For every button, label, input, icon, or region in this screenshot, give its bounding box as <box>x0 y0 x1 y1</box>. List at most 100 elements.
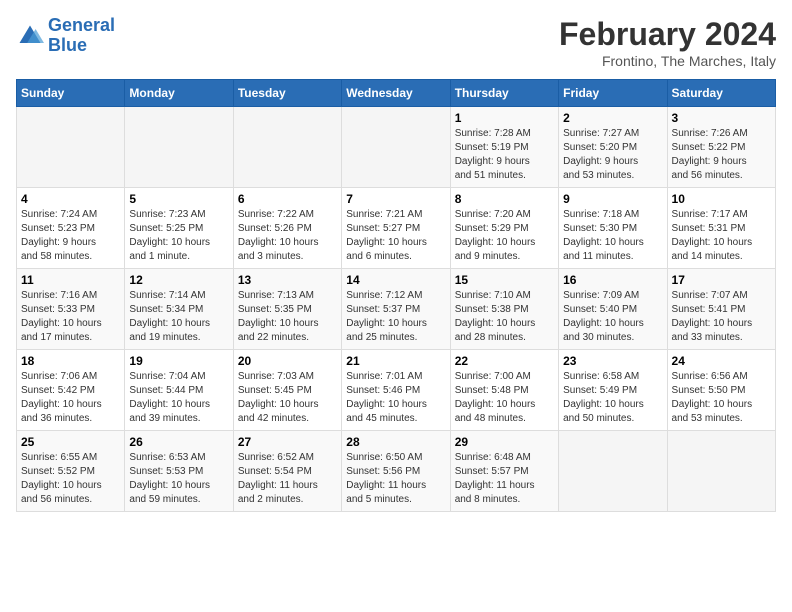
day-number: 28 <box>346 435 445 449</box>
day-number: 4 <box>21 192 120 206</box>
calendar-cell: 4 Sunrise: 7:24 AMSunset: 5:23 PMDaylight… <box>17 188 125 269</box>
day-number: 12 <box>129 273 228 287</box>
day-number: 27 <box>238 435 337 449</box>
calendar-week-row: 11 Sunrise: 7:16 AMSunset: 5:33 PMDayligh… <box>17 269 776 350</box>
logo-text: General Blue <box>48 16 115 56</box>
day-number: 22 <box>455 354 554 368</box>
day-info: Sunrise: 7:14 AMSunset: 5:34 PMDaylight:… <box>129 289 228 345</box>
calendar-cell: 21 Sunrise: 7:01 AMSunset: 5:46 PMDayligh… <box>342 350 450 431</box>
day-info: Sunrise: 7:23 AMSunset: 5:25 PMDaylight:… <box>129 208 228 264</box>
day-info: Sunrise: 6:53 AMSunset: 5:53 PMDaylight:… <box>129 451 228 507</box>
day-info: Sunrise: 7:00 AMSunset: 5:48 PMDaylight:… <box>455 370 554 426</box>
header: General Blue February 2024 Frontino, The… <box>16 16 776 69</box>
calendar-cell: 2 Sunrise: 7:27 AMSunset: 5:20 PMDaylight… <box>559 107 667 188</box>
day-info: Sunrise: 7:28 AMSunset: 5:19 PMDaylight:… <box>455 127 554 183</box>
day-info: Sunrise: 7:07 AMSunset: 5:41 PMDaylight:… <box>672 289 771 345</box>
calendar-week-row: 25 Sunrise: 6:55 AMSunset: 5:52 PMDayligh… <box>17 431 776 512</box>
calendar-cell <box>125 107 233 188</box>
weekday-header-friday: Friday <box>559 80 667 107</box>
day-number: 18 <box>21 354 120 368</box>
day-number: 6 <box>238 192 337 206</box>
day-info: Sunrise: 7:17 AMSunset: 5:31 PMDaylight:… <box>672 208 771 264</box>
day-info: Sunrise: 7:21 AMSunset: 5:27 PMDaylight:… <box>346 208 445 264</box>
calendar-cell <box>17 107 125 188</box>
calendar-cell: 3 Sunrise: 7:26 AMSunset: 5:22 PMDaylight… <box>667 107 775 188</box>
day-number: 5 <box>129 192 228 206</box>
calendar-cell: 24Sunrise: 6:56 AMSunset: 5:50 PMDayligh… <box>667 350 775 431</box>
day-number: 26 <box>129 435 228 449</box>
calendar-cell: 28 Sunrise: 6:50 AMSunset: 5:56 PMDayligh… <box>342 431 450 512</box>
day-info: Sunrise: 7:16 AMSunset: 5:33 PMDaylight:… <box>21 289 120 345</box>
day-info: Sunrise: 7:22 AMSunset: 5:26 PMDaylight:… <box>238 208 337 264</box>
day-info: Sunrise: 6:50 AMSunset: 5:56 PMDaylight:… <box>346 451 445 507</box>
day-info: Sunrise: 6:56 AMSunset: 5:50 PMDaylight:… <box>672 370 771 426</box>
weekday-header-saturday: Saturday <box>667 80 775 107</box>
calendar-cell: 29 Sunrise: 6:48 AMSunset: 5:57 PMDayligh… <box>450 431 558 512</box>
calendar-cell: 18 Sunrise: 7:06 AMSunset: 5:42 PMDayligh… <box>17 350 125 431</box>
day-number: 7 <box>346 192 445 206</box>
page-title: February 2024 <box>559 16 776 53</box>
calendar-cell <box>559 431 667 512</box>
day-number: 23 <box>563 354 662 368</box>
calendar-cell: 1 Sunrise: 7:28 AMSunset: 5:19 PMDaylight… <box>450 107 558 188</box>
calendar-cell: 14 Sunrise: 7:12 AMSunset: 5:37 PMDayligh… <box>342 269 450 350</box>
weekday-header-wednesday: Wednesday <box>342 80 450 107</box>
calendar-cell: 5 Sunrise: 7:23 AMSunset: 5:25 PMDaylight… <box>125 188 233 269</box>
day-info: Sunrise: 6:52 AMSunset: 5:54 PMDaylight:… <box>238 451 337 507</box>
page-subtitle: Frontino, The Marches, Italy <box>559 53 776 69</box>
calendar-cell: 12 Sunrise: 7:14 AMSunset: 5:34 PMDayligh… <box>125 269 233 350</box>
day-info: Sunrise: 6:48 AMSunset: 5:57 PMDaylight:… <box>455 451 554 507</box>
calendar-cell: 10 Sunrise: 7:17 AMSunset: 5:31 PMDayligh… <box>667 188 775 269</box>
day-info: Sunrise: 7:12 AMSunset: 5:37 PMDaylight:… <box>346 289 445 345</box>
day-info: Sunrise: 7:01 AMSunset: 5:46 PMDaylight:… <box>346 370 445 426</box>
calendar-cell: 17 Sunrise: 7:07 AMSunset: 5:41 PMDayligh… <box>667 269 775 350</box>
day-number: 15 <box>455 273 554 287</box>
calendar-cell: 22 Sunrise: 7:00 AMSunset: 5:48 PMDayligh… <box>450 350 558 431</box>
day-number: 10 <box>672 192 771 206</box>
day-number: 1 <box>455 111 554 125</box>
day-number: 25 <box>21 435 120 449</box>
day-info: Sunrise: 7:06 AMSunset: 5:42 PMDaylight:… <box>21 370 120 426</box>
day-number: 29 <box>455 435 554 449</box>
weekday-header-thursday: Thursday <box>450 80 558 107</box>
day-number: 16 <box>563 273 662 287</box>
calendar-cell: 6 Sunrise: 7:22 AMSunset: 5:26 PMDaylight… <box>233 188 341 269</box>
day-number: 14 <box>346 273 445 287</box>
day-info: Sunrise: 7:04 AMSunset: 5:44 PMDaylight:… <box>129 370 228 426</box>
calendar-cell: 19Sunrise: 7:04 AMSunset: 5:44 PMDayligh… <box>125 350 233 431</box>
calendar-cell <box>342 107 450 188</box>
title-section: February 2024 Frontino, The Marches, Ita… <box>559 16 776 69</box>
day-number: 9 <box>563 192 662 206</box>
calendar-cell: 16Sunrise: 7:09 AMSunset: 5:40 PMDayligh… <box>559 269 667 350</box>
day-info: Sunrise: 6:58 AMSunset: 5:49 PMDaylight:… <box>563 370 662 426</box>
calendar-table: SundayMondayTuesdayWednesdayThursdayFrid… <box>16 79 776 512</box>
day-info: Sunrise: 7:18 AMSunset: 5:30 PMDaylight:… <box>563 208 662 264</box>
calendar-cell: 20 Sunrise: 7:03 AMSunset: 5:45 PMDayligh… <box>233 350 341 431</box>
day-number: 17 <box>672 273 771 287</box>
calendar-cell: 11 Sunrise: 7:16 AMSunset: 5:33 PMDayligh… <box>17 269 125 350</box>
day-info: Sunrise: 7:26 AMSunset: 5:22 PMDaylight:… <box>672 127 771 183</box>
day-number: 21 <box>346 354 445 368</box>
weekday-header-sunday: Sunday <box>17 80 125 107</box>
day-info: Sunrise: 6:55 AMSunset: 5:52 PMDaylight:… <box>21 451 120 507</box>
day-number: 8 <box>455 192 554 206</box>
day-number: 3 <box>672 111 771 125</box>
day-info: Sunrise: 7:27 AMSunset: 5:20 PMDaylight:… <box>563 127 662 183</box>
calendar-cell: 7 Sunrise: 7:21 AMSunset: 5:27 PMDaylight… <box>342 188 450 269</box>
day-number: 20 <box>238 354 337 368</box>
day-number: 2 <box>563 111 662 125</box>
calendar-cell: 25 Sunrise: 6:55 AMSunset: 5:52 PMDayligh… <box>17 431 125 512</box>
day-number: 11 <box>21 273 120 287</box>
day-info: Sunrise: 7:13 AMSunset: 5:35 PMDaylight:… <box>238 289 337 345</box>
calendar-cell: 27 Sunrise: 6:52 AMSunset: 5:54 PMDayligh… <box>233 431 341 512</box>
calendar-week-row: 18 Sunrise: 7:06 AMSunset: 5:42 PMDayligh… <box>17 350 776 431</box>
day-info: Sunrise: 7:20 AMSunset: 5:29 PMDaylight:… <box>455 208 554 264</box>
calendar-cell <box>233 107 341 188</box>
calendar-cell: 26 Sunrise: 6:53 AMSunset: 5:53 PMDayligh… <box>125 431 233 512</box>
logo: General Blue <box>16 16 115 56</box>
calendar-week-row: 1 Sunrise: 7:28 AMSunset: 5:19 PMDaylight… <box>17 107 776 188</box>
day-info: Sunrise: 7:24 AMSunset: 5:23 PMDaylight:… <box>21 208 120 264</box>
day-info: Sunrise: 7:10 AMSunset: 5:38 PMDaylight:… <box>455 289 554 345</box>
day-info: Sunrise: 7:03 AMSunset: 5:45 PMDaylight:… <box>238 370 337 426</box>
calendar-cell: 15 Sunrise: 7:10 AMSunset: 5:38 PMDayligh… <box>450 269 558 350</box>
